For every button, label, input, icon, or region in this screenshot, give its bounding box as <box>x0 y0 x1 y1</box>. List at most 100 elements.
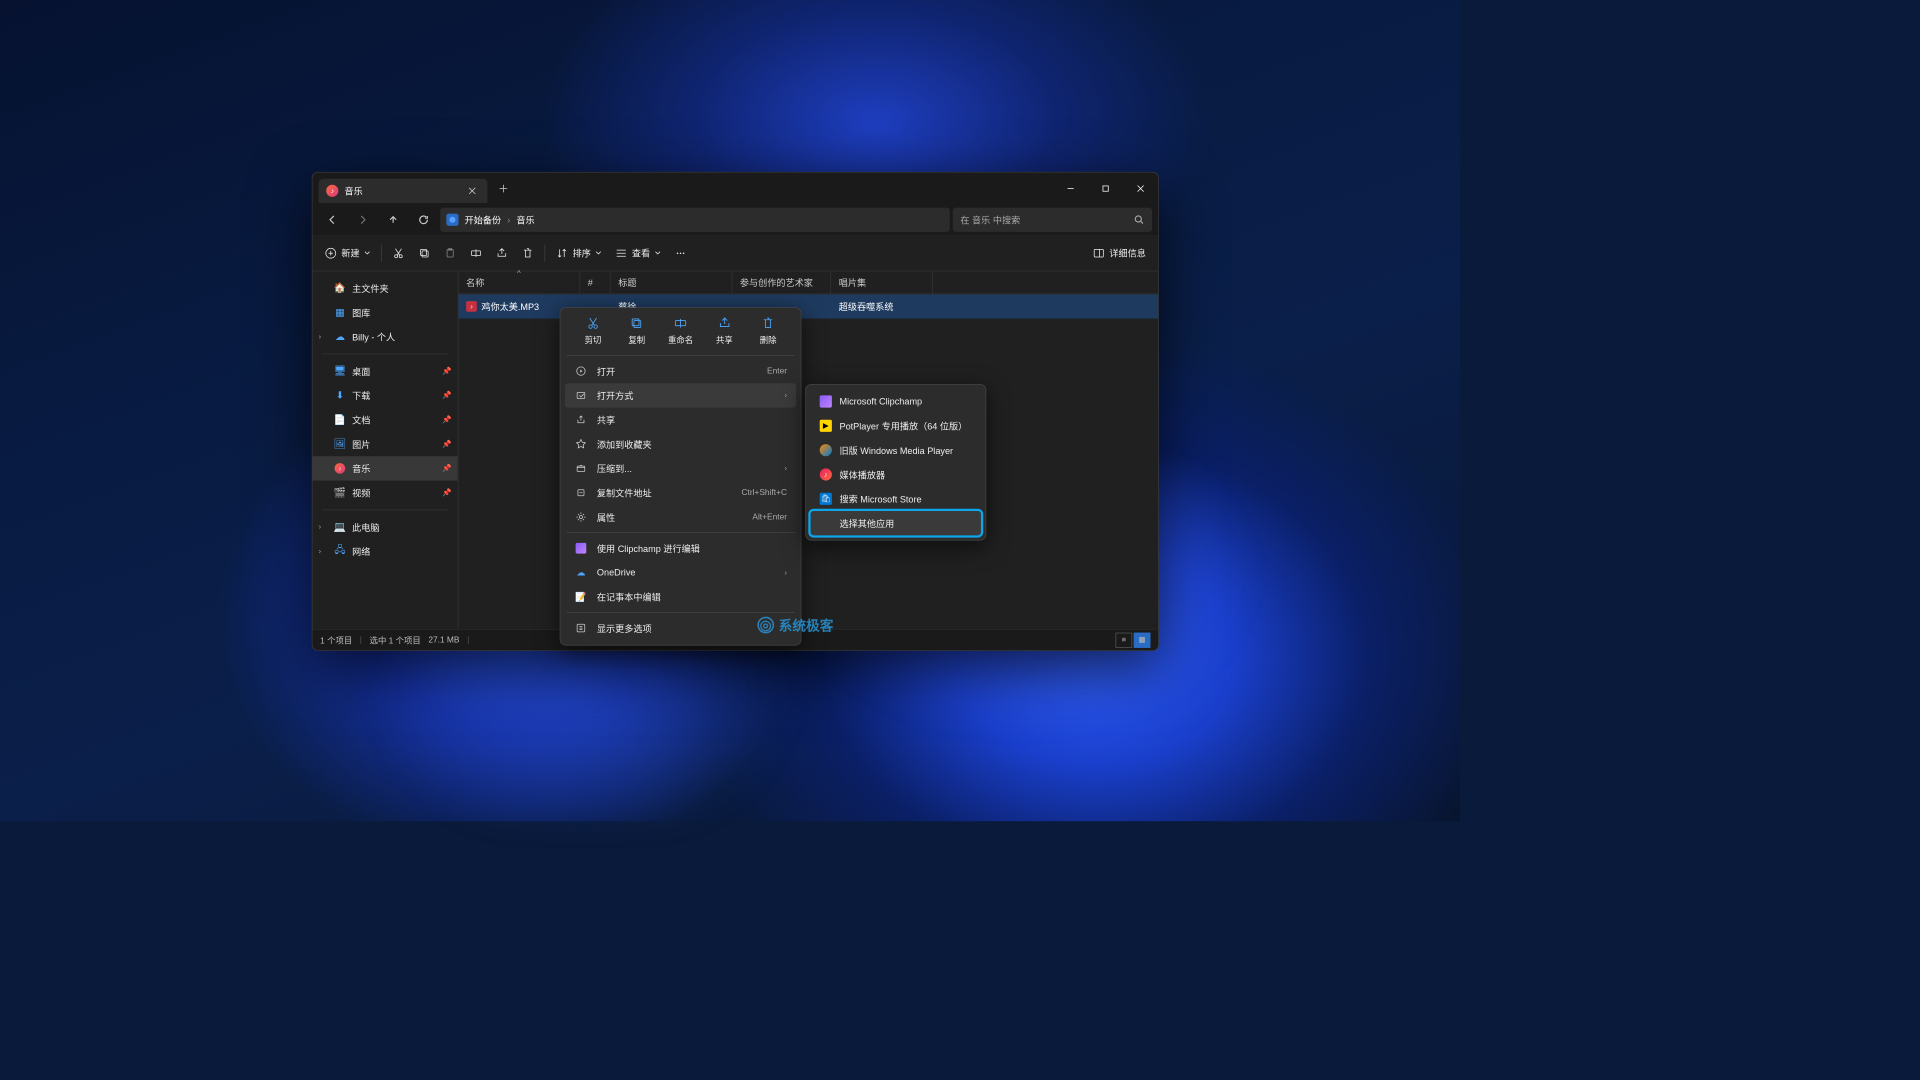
potplayer-app-icon: ▶ <box>820 420 832 432</box>
sort-button[interactable]: 排序 <box>550 241 608 265</box>
refresh-button[interactable] <box>410 208 437 232</box>
up-button[interactable] <box>379 208 406 232</box>
details-view-button[interactable]: ≡ <box>1116 632 1133 647</box>
new-button[interactable]: 新建 <box>319 241 377 265</box>
icons-view-button[interactable]: ▦ <box>1134 632 1151 647</box>
sidebar-item-pictures[interactable]: 🖼 图片 📌 <box>313 432 458 456</box>
submenu-choose-other[interactable]: 选择其他应用 <box>811 511 981 535</box>
status-selected: 选中 1 个项目 <box>370 634 421 646</box>
ctx-compress[interactable]: 压缩到... › <box>565 456 796 480</box>
open-with-submenu: Microsoft Clipchamp ▶ PotPlayer 专用播放（64 … <box>805 384 986 541</box>
submenu-clipchamp[interactable]: Microsoft Clipchamp <box>811 389 981 413</box>
pin-icon: 📌 <box>442 391 451 399</box>
ctx-cut[interactable]: 剪切 <box>572 316 613 346</box>
toolbar-separator <box>544 244 545 261</box>
share-icon <box>574 413 588 427</box>
ctx-clipchamp[interactable]: 使用 Clipchamp 进行编辑 <box>565 536 796 560</box>
pin-icon: 📌 <box>442 416 451 424</box>
new-label: 新建 <box>341 246 359 259</box>
archive-icon <box>574 462 588 476</box>
breadcrumb-current[interactable]: 音乐 <box>516 213 534 226</box>
tab-close-button[interactable] <box>465 183 480 198</box>
breadcrumb[interactable]: 开始备份 › 音乐 <box>440 208 949 232</box>
music-icon: ♪ <box>334 462 346 474</box>
submenu-store[interactable]: 🛍 搜索 Microsoft Store <box>811 487 981 511</box>
share-button[interactable] <box>490 241 514 265</box>
address-bar: 开始备份 › 音乐 在 音乐 中搜索 <box>313 205 1159 235</box>
column-album[interactable]: 唱片集 <box>831 271 933 293</box>
toolbar: 新建 排序 查看 <box>313 235 1159 271</box>
sidebar-item-downloads[interactable]: ⬇ 下载 📌 <box>313 383 458 407</box>
pin-icon: 📌 <box>442 367 451 375</box>
mp3-file-icon: ♪ <box>466 301 477 312</box>
sidebar-item-personal[interactable]: › ☁ Billy - 个人 <box>313 325 458 349</box>
ctx-notepad[interactable]: 📝 在记事本中编辑 <box>565 585 796 609</box>
sidebar-item-thispc[interactable]: › 💻 此电脑 <box>313 515 458 539</box>
column-number[interactable]: # <box>580 271 610 293</box>
sidebar-item-gallery[interactable]: ▦ 图库 <box>313 300 458 324</box>
column-artist[interactable]: 参与创作的艺术家 <box>732 271 831 293</box>
search-box[interactable]: 在 音乐 中搜索 <box>953 208 1152 232</box>
window-controls <box>1053 176 1158 202</box>
share-icon <box>717 316 732 331</box>
sidebar-item-desktop[interactable]: 🖥 桌面 📌 <box>313 359 458 383</box>
close-button[interactable] <box>1123 176 1158 202</box>
ctx-delete[interactable]: 删除 <box>748 316 789 346</box>
watermark-icon: ◎ <box>757 617 774 634</box>
chevron-down-icon <box>655 250 661 256</box>
ctx-open-with[interactable]: 打开方式 › <box>565 383 796 407</box>
delete-button[interactable] <box>516 241 540 265</box>
ctx-share[interactable]: 共享 <box>704 316 745 346</box>
download-icon: ⬇ <box>334 389 346 401</box>
cut-button[interactable] <box>386 241 410 265</box>
tab-music[interactable]: ♪ 音乐 <box>319 179 488 203</box>
breadcrumb-separator: › <box>507 214 510 225</box>
sidebar-item-videos[interactable]: 🎬 视频 📌 <box>313 481 458 505</box>
sidebar-item-documents[interactable]: 📄 文档 📌 <box>313 408 458 432</box>
sidebar-separator <box>322 354 449 355</box>
details-button[interactable]: 详细信息 <box>1087 241 1152 265</box>
submenu-mediaplayer[interactable]: ♪ 媒体播放器 <box>811 462 981 486</box>
ctx-onedrive[interactable]: ☁ OneDrive › <box>565 560 796 584</box>
ctx-favorites[interactable]: 添加到收藏夹 <box>565 432 796 456</box>
view-button[interactable]: 查看 <box>609 241 667 265</box>
notepad-icon: 📝 <box>574 590 588 604</box>
sidebar-item-music[interactable]: ♪ 音乐 📌 <box>313 456 458 480</box>
ctx-copy-path[interactable]: 复制文件地址 Ctrl+Shift+C <box>565 481 796 505</box>
submenu-potplayer[interactable]: ▶ PotPlayer 专用播放（64 位版） <box>811 414 981 438</box>
breadcrumb-backup[interactable]: 开始备份 <box>465 213 502 226</box>
ctx-properties[interactable]: 属性 Alt+Enter <box>565 505 796 529</box>
submenu-wmp[interactable]: 旧版 Windows Media Player <box>811 438 981 462</box>
column-title[interactable]: 标题 <box>611 271 733 293</box>
chevron-down-icon <box>595 250 601 256</box>
ctx-copy[interactable]: 复制 <box>616 316 657 346</box>
maximize-button[interactable] <box>1088 176 1123 202</box>
pin-icon: 📌 <box>442 464 451 472</box>
more-button[interactable] <box>668 241 692 265</box>
music-folder-icon: ♪ <box>326 185 338 197</box>
back-button[interactable] <box>319 208 346 232</box>
forward-button[interactable] <box>349 208 376 232</box>
sidebar-item-network[interactable]: › 🖧 网络 <box>313 539 458 563</box>
cut-icon <box>585 316 600 331</box>
context-menu: 剪切 复制 重命名 共享 删除 <box>560 307 802 645</box>
sidebar-item-home[interactable]: 🏠 主文件夹 <box>313 276 458 300</box>
file-explorer-window: ♪ 音乐 <box>312 172 1159 651</box>
copy-button[interactable] <box>412 241 436 265</box>
paste-button[interactable] <box>438 241 462 265</box>
network-icon: 🖧 <box>334 545 346 557</box>
minimize-button[interactable] <box>1053 176 1088 202</box>
ctx-share-item[interactable]: 共享 <box>565 408 796 432</box>
watermark: ◎ 系统极客 <box>757 615 833 635</box>
chevron-right-icon: › <box>319 333 322 341</box>
chevron-right-icon: › <box>784 464 787 472</box>
clipchamp-icon <box>574 541 588 555</box>
ctx-rename[interactable]: 重命名 <box>660 316 701 346</box>
column-name[interactable]: ^ 名称 <box>459 271 581 293</box>
sidebar-separator <box>322 509 449 510</box>
add-tab-button[interactable] <box>492 177 515 200</box>
rename-button[interactable] <box>464 241 488 265</box>
titlebar: ♪ 音乐 <box>313 173 1159 205</box>
ctx-open[interactable]: 打开 Enter <box>565 359 796 383</box>
onedrive-icon: ☁ <box>574 566 588 580</box>
